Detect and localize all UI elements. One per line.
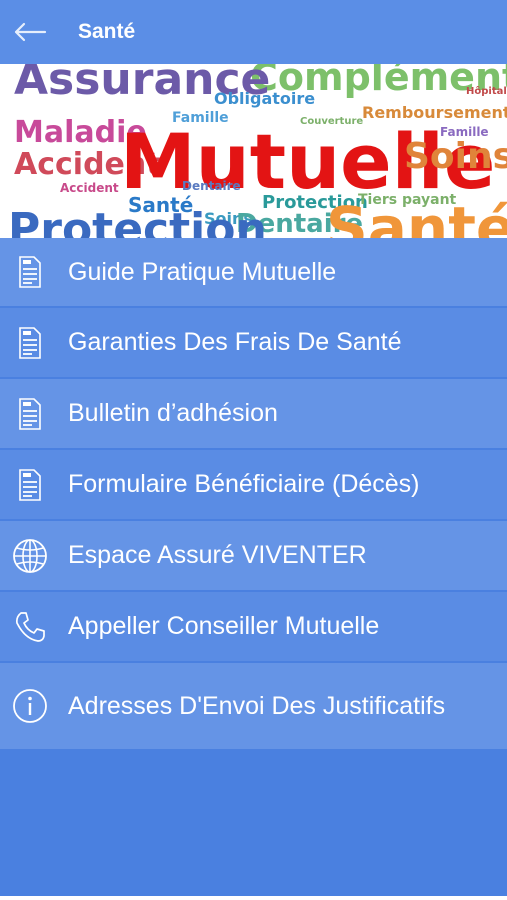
menu-item-appeller-conseiller[interactable]: Appeller Conseiller Mutuelle <box>0 592 507 663</box>
menu-item-label: Garanties Des Frais De Santé <box>68 328 402 356</box>
banner-word: Famille <box>440 125 489 139</box>
menu-item-bulletin-adhesion[interactable]: Bulletin d’adhésion <box>0 379 507 450</box>
menu-item-label: Guide Pratique Mutuelle <box>68 257 337 286</box>
phone-icon <box>0 610 60 644</box>
bottom-edge <box>0 896 507 900</box>
page-title: Santé <box>78 20 136 43</box>
menu-item-label: Appeller Conseiller Mutuelle <box>68 612 380 640</box>
banner-word: Accident <box>60 181 119 195</box>
menu-item-guide-pratique[interactable]: Guide Pratique Mutuelle <box>0 238 507 308</box>
banner-word: Obligatoire <box>214 89 315 108</box>
pdf-document-icon <box>0 397 60 430</box>
info-icon <box>0 688 60 724</box>
top-app-bar: Santé <box>0 0 507 64</box>
banner-word: Protection <box>8 204 267 238</box>
banner-image: Complémentaire Assurance Obligatoire Fam… <box>0 64 507 238</box>
menu-item-garanties[interactable]: Garanties Des Frais De Santé <box>0 308 507 379</box>
menu-item-formulaire-beneficiaire[interactable]: Formulaire Bénéficiaire (Décès) <box>0 450 507 521</box>
menu-list: Guide Pratique Mutuelle Garanties Des Fr… <box>0 238 507 751</box>
pdf-document-icon <box>0 326 60 359</box>
banner-word: Hôpital <box>466 85 507 97</box>
menu-item-label: Formulaire Bénéficiaire (Décès) <box>68 470 420 498</box>
menu-item-espace-assure[interactable]: Espace Assuré VIVENTER <box>0 521 507 592</box>
banner-word: Soins <box>404 136 507 177</box>
banner-word: Dentaire <box>182 179 241 193</box>
screen: Santé Complémentaire Assurance Obligatoi… <box>0 0 507 896</box>
globe-icon <box>0 538 60 574</box>
arrow-left-icon <box>14 22 47 42</box>
menu-item-label: Adresses D'Envoi Des Justificatifs <box>68 691 446 720</box>
menu-item-adresses-envoi[interactable]: Adresses D'Envoi Des Justificatifs <box>0 663 507 751</box>
pdf-document-icon <box>0 468 60 501</box>
back-button[interactable] <box>0 0 60 64</box>
menu-item-label: Espace Assuré VIVENTER <box>68 541 367 569</box>
banner-word: Santé <box>326 194 507 238</box>
menu-item-label: Bulletin d’adhésion <box>68 399 278 427</box>
pdf-document-icon <box>0 256 60 288</box>
